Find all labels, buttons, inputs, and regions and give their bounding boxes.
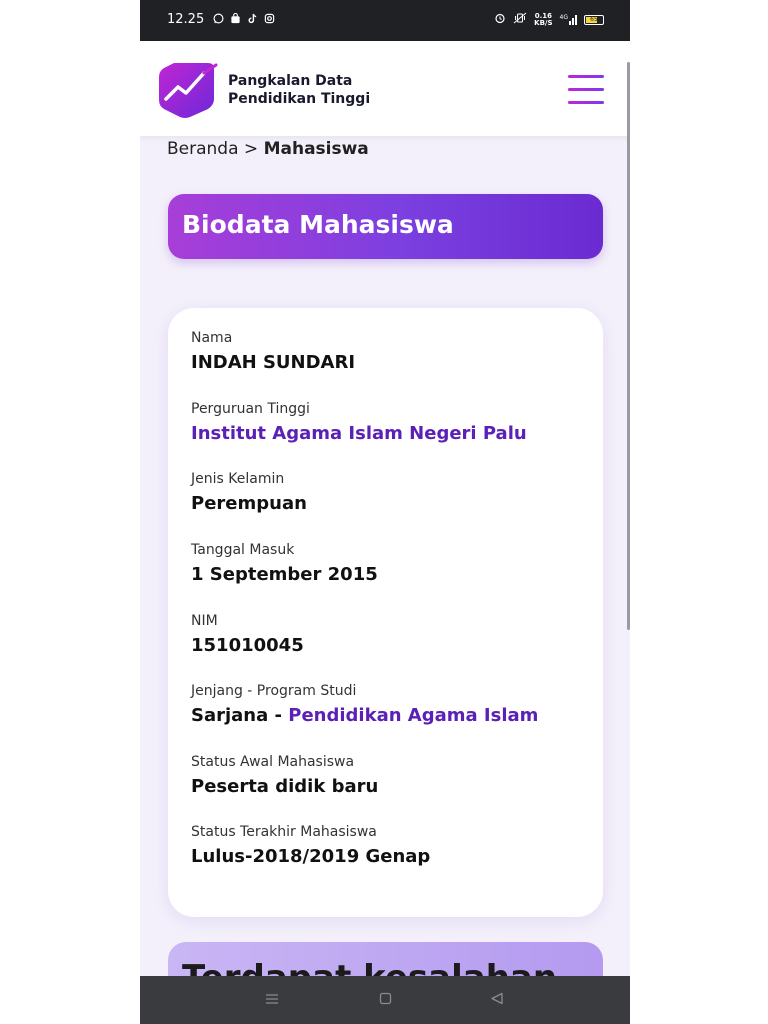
network-type: 4G [559, 14, 568, 21]
brand-line-2: Pendidikan Tinggi [228, 91, 371, 107]
alarm-icon [494, 12, 506, 27]
system-nav-bar [140, 976, 630, 1024]
menu-line-icon [568, 88, 604, 91]
net-speed-unit: KB/S [534, 18, 553, 27]
notification-icons [213, 12, 275, 27]
biodata-card: Nama INDAH SUNDARI Perguruan Tinggi Inst… [168, 308, 603, 917]
field-status-awal: Status Awal Mahasiswa Peserta didik baru [191, 754, 378, 797]
status-right: 0.16 KB/S 4G 65 [494, 12, 604, 27]
breadcrumb-separator: > [243, 139, 259, 159]
field-jenis-kelamin: Jenis Kelamin Perempuan [191, 471, 307, 514]
breadcrumb-current: Mahasiswa [263, 139, 369, 159]
field-value: Perempuan [191, 493, 307, 514]
field-label: Perguruan Tinggi [191, 401, 310, 417]
field-value: Lulus-2018/2019 Genap [191, 846, 431, 867]
phone-screen: 12.25 0.16 KB/S 4G 65 Pangkalan Data Pen… [140, 0, 630, 1024]
vibrate-icon [513, 12, 527, 27]
field-program-studi: Jenjang - Program Studi Sarjana - Pendid… [191, 683, 538, 726]
field-nama: Nama INDAH SUNDARI [191, 330, 355, 373]
prodi-separator: - [268, 705, 289, 726]
title-banner: Biodata Mahasiswa [168, 194, 603, 259]
recent-apps-button[interactable] [262, 990, 282, 1010]
field-value: 1 September 2015 [191, 564, 378, 585]
field-label: Status Awal Mahasiswa [191, 754, 355, 770]
bag-icon [230, 12, 241, 27]
jenjang-value: Sarjana [191, 705, 269, 726]
field-tanggal-masuk: Tanggal Masuk 1 September 2015 [191, 542, 378, 585]
signal-icon: 4G [560, 14, 577, 25]
page-title: Biodata Mahasiswa [182, 210, 454, 239]
instagram-icon [264, 13, 275, 27]
home-button[interactable] [375, 990, 395, 1010]
battery-icon: 65 [584, 14, 604, 25]
perguruan-tinggi-link[interactable]: Institut Agama Islam Negeri Palu [191, 423, 527, 444]
breadcrumb-home[interactable]: Beranda [167, 139, 239, 159]
brand-name: Pangkalan Data Pendidikan Tinggi [228, 72, 370, 108]
field-label: Status Terakhir Mahasiswa [191, 824, 377, 840]
field-label: NIM [191, 613, 218, 629]
battery-level: 65 [590, 15, 598, 23]
menu-line-icon [568, 75, 604, 78]
tiktok-icon [247, 13, 258, 27]
pddikti-logo[interactable] [156, 59, 218, 121]
back-button[interactable] [487, 990, 507, 1010]
field-value: 151010045 [191, 635, 304, 656]
field-value: Peserta didik baru [191, 776, 379, 797]
brand-line-1: Pangkalan Data [228, 73, 353, 89]
field-status-terakhir: Status Terakhir Mahasiswa Lulus-2018/201… [191, 824, 430, 867]
net-speed: 0.16 KB/S [534, 12, 553, 27]
field-label: Nama [191, 330, 233, 346]
hamburger-menu-button[interactable] [568, 75, 604, 105]
field-label: Jenis Kelamin [191, 471, 285, 487]
field-value: INDAH SUNDARI [191, 352, 356, 373]
field-nim: NIM 151010045 [191, 613, 304, 656]
whatsapp-icon [213, 13, 224, 27]
scrollbar[interactable] [627, 62, 630, 630]
status-bar: 12.25 0.16 KB/S 4G 65 [140, 0, 630, 41]
field-label: Jenjang - Program Studi [191, 683, 357, 699]
app-header: Pangkalan Data Pendidikan Tinggi [140, 41, 630, 136]
menu-line-icon [568, 101, 604, 104]
status-time: 12.25 [167, 12, 205, 27]
field-value: Sarjana - Pendidikan Agama Islam [191, 705, 538, 726]
field-label: Tanggal Masuk [191, 542, 295, 558]
program-studi-link[interactable]: Pendidikan Agama Islam [288, 705, 538, 726]
field-perguruan-tinggi: Perguruan Tinggi Institut Agama Islam Ne… [191, 401, 527, 444]
breadcrumb: Beranda > Mahasiswa [167, 139, 369, 159]
